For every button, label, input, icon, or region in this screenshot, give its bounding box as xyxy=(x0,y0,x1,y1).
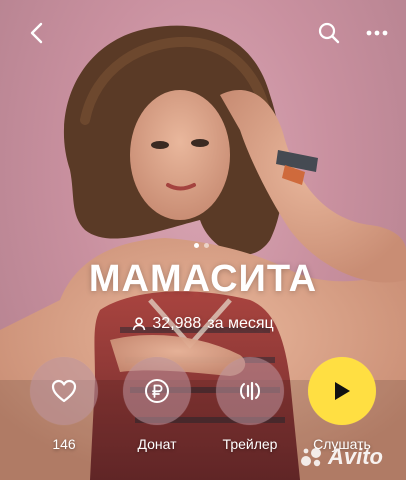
more-button[interactable] xyxy=(362,18,392,48)
listeners-period: за месяц xyxy=(207,315,274,332)
like-button[interactable]: 146 xyxy=(29,357,99,452)
donate-circle[interactable] xyxy=(123,357,191,425)
top-bar xyxy=(0,0,406,64)
back-button[interactable] xyxy=(22,18,52,48)
person-icon xyxy=(133,317,146,331)
search-button[interactable] xyxy=(314,18,344,48)
donate-button[interactable]: Донат xyxy=(122,357,192,452)
trailer-label: Трейлер xyxy=(222,436,278,452)
ruble-icon xyxy=(145,379,169,403)
photo-pager xyxy=(194,243,209,248)
more-dots-icon xyxy=(366,30,388,36)
play-icon xyxy=(335,382,350,400)
pager-dot-active[interactable] xyxy=(194,243,199,248)
listen-button[interactable]: Слушать xyxy=(307,357,377,452)
heart-icon xyxy=(51,379,77,403)
trailer-button[interactable]: Трейлер xyxy=(215,357,285,452)
search-icon xyxy=(318,22,340,44)
avito-watermark: Avito xyxy=(300,444,383,470)
like-circle[interactable] xyxy=(30,357,98,425)
chevron-left-icon xyxy=(30,22,43,44)
artist-name: МАМАСИТА xyxy=(88,258,318,300)
donate-label: Донат xyxy=(137,436,177,452)
pager-dot[interactable] xyxy=(204,243,209,248)
avito-logo-icon xyxy=(301,448,321,467)
waveform-icon xyxy=(240,381,260,401)
watermark-text: Avito xyxy=(328,444,383,469)
artist-screen: МАМАСИТА 32,988 за месяц 146 Донат Трейл… xyxy=(0,0,406,480)
monthly-listeners: 32,988 за месяц xyxy=(0,315,406,333)
listeners-count: 32,988 xyxy=(152,315,202,332)
like-count: 146 xyxy=(52,436,76,452)
trailer-circle[interactable] xyxy=(216,357,284,425)
listen-circle[interactable] xyxy=(308,357,376,425)
